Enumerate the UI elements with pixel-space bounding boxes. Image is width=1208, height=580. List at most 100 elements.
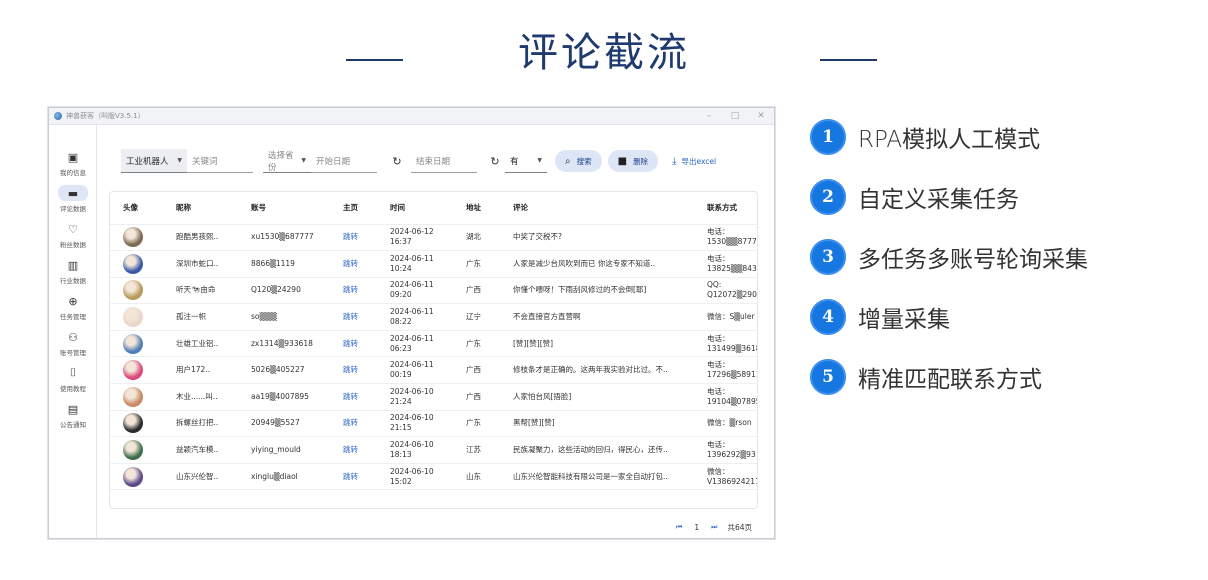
feature-item: 1 RPA模拟人工模式: [810, 119, 1088, 155]
table-row[interactable]: 拆螺丝打把.. 20949▒5527 跳转 2024-06-10 21:15 广东 黑帮[赞…: [110, 410, 757, 438]
comment-cell: [赞][赞][赞]: [500, 330, 694, 358]
sidebar-item-0[interactable]: ▣ 我的信息: [49, 145, 97, 181]
pagination: ⏮ 1 ⏭ 共64页: [664, 522, 752, 533]
home-link[interactable]: 跳转: [330, 383, 377, 411]
current-page[interactable]: 1: [694, 523, 699, 532]
date-text: 2024-06-10: [390, 386, 434, 396]
date-text: 2024-06-12: [390, 227, 434, 237]
contact-type: 微信：: [707, 466, 730, 476]
search-button[interactable]: ⌕ 搜索: [555, 150, 602, 172]
start-date-input[interactable]: 开始日期: [311, 149, 377, 173]
sidebar-item-2[interactable]: ♡ 粉丝数据: [49, 217, 97, 253]
industry-select[interactable]: 工业机器人 ▼: [121, 149, 187, 173]
contact-cell: 电话： 17296▒58911: [694, 356, 758, 385]
table-row[interactable]: 跑酷男孩熙.. xu1530▒687777 跳转 2024-06-12 16:37 湖北中…: [110, 224, 757, 252]
task-icon: ⊕: [68, 294, 78, 308]
sidebar-item-label: 我的信息: [60, 169, 86, 177]
comment-cell: 黑帮[赞][赞]: [500, 410, 694, 438]
time-cell: 2024-06-10 21:24: [377, 383, 453, 411]
sidebar-item-label: 公告通知: [60, 421, 86, 429]
avatar: [123, 307, 143, 328]
maximize-icon[interactable]: □: [722, 111, 748, 121]
end-date-input[interactable]: 结束日期: [411, 149, 477, 173]
account-cell: xinglu▒diaol: [238, 463, 330, 491]
time-text: 00:19: [390, 370, 412, 380]
export-excel-button[interactable]: ⤓ 导出excel: [672, 156, 716, 167]
home-link[interactable]: 跳转: [330, 303, 377, 331]
window-titlebar: 神兽获客（叫版V3.5.1） – □ ✕: [49, 108, 774, 125]
table-row[interactable]: 深圳市蛇口.. 8866▒1119 跳转 2024-06-11 10:24 广东 人家是减少…: [110, 250, 757, 278]
first-page-icon[interactable]: ⏮: [676, 523, 682, 532]
feature-number-badge: 1: [810, 119, 846, 155]
feature-item: 4 增量采集: [810, 299, 1088, 335]
contact-cell: 电话： 19104▒07895: [694, 383, 757, 411]
account-cell: yiying_mould: [238, 436, 330, 464]
contact-cell: 电话： 13825▒▒8433: [694, 250, 757, 278]
has-contact-select[interactable]: 有 ▼: [505, 149, 547, 173]
home-link[interactable]: 跳转: [330, 330, 377, 358]
avatar-cell: [110, 383, 163, 411]
date-text: 2024-06-11: [390, 360, 434, 370]
home-link[interactable]: 跳转: [330, 436, 377, 464]
search-icon: ⌕: [565, 155, 571, 167]
time-cell: 2024-06-10 15:02: [377, 463, 453, 491]
time-text: 06:23: [390, 343, 412, 353]
avatar-cell: [110, 303, 163, 331]
home-link[interactable]: 跳转: [330, 250, 377, 278]
table-row[interactable]: 听天🐄由命 Q120▒24290 跳转 2024-06-11 09:20 广西 你懂个喂呀！…: [110, 277, 757, 305]
avatar: [123, 413, 143, 434]
feature-text: 多任务多账号轮询采集: [858, 247, 1088, 273]
table-row[interactable]: 孤注一帜 so▒▒▒ 跳转 2024-06-11 08:22 辽宁 不会直接官方直营啊 微信：…: [110, 303, 757, 331]
feature-item: 2 自定义采集任务: [810, 179, 1088, 215]
account-cell: 20949▒5527: [238, 410, 330, 438]
region-cell: 广西: [453, 383, 500, 411]
time-cell: 2024-06-11 08:22: [377, 303, 453, 331]
table-row[interactable]: 壮雄工业铝.. zx1314▒933618 跳转 2024-06-11 06:23 广东[…: [110, 330, 757, 358]
sidebar-item-4[interactable]: ⊕ 任务管理: [49, 289, 97, 325]
sidebar-item-6[interactable]: ⌷ 使用教程: [49, 361, 97, 397]
sidebar-item-3[interactable]: ▥ 行业数据: [49, 253, 97, 289]
home-link[interactable]: 跳转: [330, 277, 377, 305]
time-text: 09:20: [390, 290, 412, 300]
nickname-cell: 拆螺丝打把..: [163, 410, 238, 438]
industry-select-value: 工业机器人: [126, 156, 169, 167]
date-text: 2024-06-11: [390, 280, 434, 290]
last-page-icon[interactable]: ⏭: [711, 523, 717, 532]
contact-cell: 电话： 1396292▒93: [694, 436, 757, 464]
contact-value: V13869242111: [707, 476, 757, 486]
province-select[interactable]: 选择省份 ▼: [263, 149, 311, 173]
home-link[interactable]: 跳转: [330, 463, 377, 491]
home-link[interactable]: 跳转: [330, 410, 377, 438]
account-icon: ⚇: [68, 330, 78, 344]
nickname-cell: 山东兴伦智..: [163, 463, 238, 491]
reset-start-date-icon[interactable]: ↻: [389, 155, 405, 168]
delete-button[interactable]: ■ 删除: [607, 150, 659, 172]
minimize-icon[interactable]: –: [696, 111, 722, 121]
contact-cell: 微信：V13869242111: [694, 463, 757, 491]
sidebar: ▣ 我的信息 ▬ 评论数据 ♡ 粉丝数据 ▥ 行业数据 ⊕ 任务管理 ⚇ 账号管理 ⌷ 使用教程 ▤ 公告通知: [49, 125, 97, 538]
contact-type: 微信：S▒uler: [707, 312, 755, 322]
keyword-input[interactable]: 关键词: [187, 149, 253, 173]
sidebar-item-7[interactable]: ▤ 公告通知: [49, 397, 97, 433]
avatar-cell: [110, 410, 163, 438]
table-row[interactable]: 木业......叫.. aa19▒4007895 跳转 2024-06-10 21:24…: [110, 383, 757, 411]
home-link[interactable]: 跳转: [330, 224, 377, 252]
close-icon[interactable]: ✕: [748, 111, 774, 121]
contact-value: 17296▒58911: [707, 370, 758, 380]
table-row[interactable]: 用户172.. 5026▒405227 跳转 2024-06-11 00:19 广西 修枝条…: [110, 356, 758, 385]
app-window-screenshot: 神兽获客（叫版V3.5.1） – □ ✕ ▣ 我的信息 ▬ 评论数据 ♡ 粉丝数据 ▥ 行业数…: [48, 107, 775, 539]
time-cell: 2024-06-10 21:15: [377, 410, 453, 438]
contact-type: 电话：: [707, 386, 730, 396]
chevron-down-icon: ▼: [537, 157, 542, 164]
sidebar-item-5[interactable]: ⚇ 账号管理: [49, 325, 97, 361]
avatar-cell: [110, 436, 163, 464]
time-text: 08:22: [390, 317, 412, 327]
table-row[interactable]: 益颖汽车模.. yiying_mould 跳转 2024-06-10 18:13 江苏 民族…: [110, 436, 757, 464]
table-row[interactable]: 山东兴伦智.. xinglu▒diaol 跳转 2024-06-10 15:02 山东 山东…: [110, 463, 757, 491]
home-link[interactable]: 跳转: [330, 356, 377, 385]
nickname-cell: 深圳市蛇口..: [163, 250, 238, 278]
reset-end-date-icon[interactable]: ↻: [487, 155, 503, 168]
has-contact-value: 有: [510, 156, 519, 167]
column-header: 评论: [500, 192, 694, 225]
sidebar-item-1[interactable]: ▬ 评论数据: [49, 181, 97, 217]
